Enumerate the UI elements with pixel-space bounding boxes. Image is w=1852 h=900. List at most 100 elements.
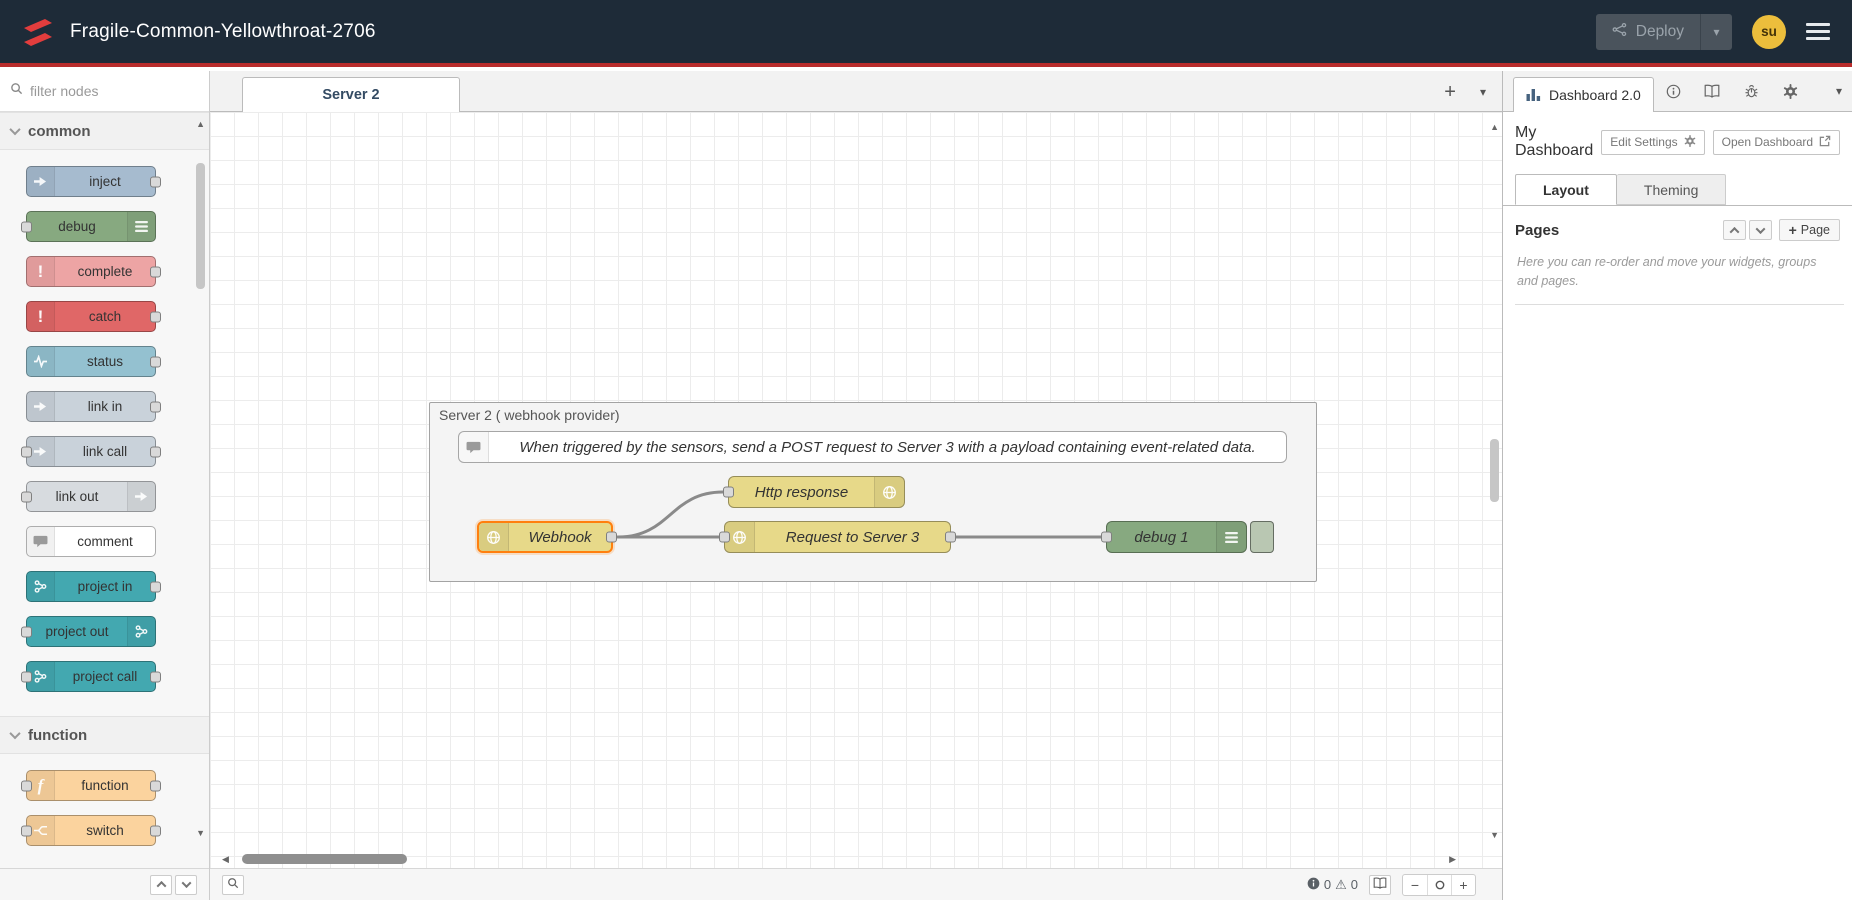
palette-node-inject[interactable]: inject <box>26 166 156 197</box>
deploy-button[interactable]: Deploy <box>1596 22 1700 42</box>
tab-dashboard-label: Dashboard 2.0 <box>1549 87 1641 103</box>
debug-enable-toggle[interactable] <box>1250 521 1274 553</box>
palette-node-link-out[interactable]: link out <box>26 481 156 512</box>
move-page-up-button[interactable] <box>1723 220 1746 240</box>
node-port-output[interactable] <box>150 780 161 791</box>
tab-info[interactable] <box>1654 76 1693 111</box>
node-port-output[interactable] <box>150 581 161 592</box>
dashboard-header: My Dashboard Edit Settings Open Dashboar… <box>1503 112 1852 168</box>
tab-help[interactable] <box>1693 76 1732 111</box>
expand-all-button[interactable] <box>175 875 197 895</box>
palette-node-complete[interactable]: !complete <box>26 256 156 287</box>
canvas-vertical-scrollbar[interactable] <box>1490 439 1499 502</box>
tab-config[interactable] <box>1771 76 1810 111</box>
node-port-input[interactable] <box>21 491 32 502</box>
flow-node-label: Webhook <box>509 523 611 551</box>
palette-scroll-down-icon[interactable]: ▼ <box>196 828 205 838</box>
edit-settings-button[interactable]: Edit Settings <box>1601 130 1704 155</box>
flow-node-request-to-server-3[interactable]: Request to Server 3 <box>724 521 951 553</box>
search-icon <box>10 82 23 100</box>
palette-node-link-call[interactable]: link call <box>26 436 156 467</box>
flow-node-label: Request to Server 3 <box>755 522 950 552</box>
palette-node-project-in[interactable]: project in <box>26 571 156 602</box>
palette-node-link-in[interactable]: link in <box>26 391 156 422</box>
navigator-button[interactable] <box>1369 875 1391 895</box>
palette-scrollbar[interactable] <box>196 163 205 289</box>
node-port-output[interactable] <box>606 532 617 543</box>
palette-node-switch[interactable]: switch <box>26 815 156 846</box>
move-page-down-button[interactable] <box>1749 220 1772 240</box>
node-port-output[interactable] <box>150 825 161 836</box>
node-port-output[interactable] <box>945 532 956 543</box>
project-icon <box>127 617 155 646</box>
node-port-output[interactable] <box>150 311 161 322</box>
chevron-up-icon <box>156 881 166 891</box>
comment-node[interactable]: When triggered by the sensors, send a PO… <box>458 431 1287 463</box>
info-count: 0 <box>1324 877 1331 892</box>
palette-node-status[interactable]: status <box>26 346 156 377</box>
canvas-scroll-left-icon[interactable]: ◀ <box>222 854 229 864</box>
canvas-viewport[interactable]: Server 2 ( webhook provider) ▲ ▼ ◀ ▶ Whe… <box>210 112 1502 868</box>
palette-node-function[interactable]: ffunction <box>26 770 156 801</box>
palette-node-debug[interactable]: debug <box>26 211 156 242</box>
node-port-output[interactable] <box>150 266 161 277</box>
main-menu-button[interactable] <box>1806 23 1830 40</box>
canvas-scroll-right-icon[interactable]: ▶ <box>1449 854 1456 864</box>
zoom-reset-button[interactable] <box>1427 875 1451 895</box>
node-port-input[interactable] <box>21 671 32 682</box>
collapse-all-button[interactable] <box>150 875 172 895</box>
palette-node-catch[interactable]: !catch <box>26 301 156 332</box>
search-flows-button[interactable] <box>222 875 244 895</box>
palette-scroll-up-icon[interactable]: ▲ <box>196 119 205 129</box>
canvas-horizontal-scrollbar[interactable] <box>242 854 407 864</box>
palette-node-project-out[interactable]: project out <box>26 616 156 647</box>
flow-node-debug-1[interactable]: debug 1 <box>1106 521 1247 553</box>
palette-footer <box>0 868 209 900</box>
node-port-input[interactable] <box>21 825 32 836</box>
palette-category-common[interactable]: common <box>0 112 209 150</box>
bubble-icon <box>27 527 55 556</box>
subtab-theming[interactable]: Theming <box>1617 174 1726 205</box>
palette-node-project-call[interactable]: project call <box>26 661 156 692</box>
notification-counts[interactable]: 0 ⚠ 0 <box>1307 877 1358 893</box>
node-port-output[interactable] <box>150 671 161 682</box>
warning-icon: ⚠ <box>1335 877 1347 893</box>
node-port-input[interactable] <box>21 446 32 457</box>
subtab-layout[interactable]: Layout <box>1515 174 1617 205</box>
node-port-output[interactable] <box>150 356 161 367</box>
sidebar-menu-caret[interactable]: ▾ <box>1836 84 1842 98</box>
node-port-input[interactable] <box>21 780 32 791</box>
page-title: Fragile-Common-Yellowthroat-2706 <box>70 21 376 43</box>
flow-node-webhook[interactable]: Webhook <box>477 521 613 553</box>
node-port-output[interactable] <box>150 446 161 457</box>
add-flow-button[interactable]: + <box>1444 82 1456 102</box>
node-port-output[interactable] <box>150 401 161 412</box>
palette-node-label: debug <box>27 212 127 241</box>
deploy-button-group: Deploy ▾ <box>1596 14 1732 50</box>
palette-node-comment[interactable]: comment <box>26 526 156 557</box>
wire-webhook-to-httpres[interactable] <box>618 492 723 537</box>
flow-node-http-response[interactable]: Http response <box>728 476 905 508</box>
node-port-input[interactable] <box>21 626 32 637</box>
add-page-button[interactable]: + Page <box>1779 219 1840 241</box>
open-dashboard-button[interactable]: Open Dashboard <box>1713 130 1840 155</box>
node-port-input[interactable] <box>1101 532 1112 543</box>
divider <box>1515 304 1844 305</box>
node-port-input[interactable] <box>21 221 32 232</box>
palette-filter-input[interactable] <box>30 83 170 99</box>
node-port-output[interactable] <box>150 176 161 187</box>
canvas-scroll-down-icon[interactable]: ▼ <box>1490 830 1499 840</box>
node-port-input[interactable] <box>723 487 734 498</box>
deploy-options-button[interactable]: ▾ <box>1700 14 1732 50</box>
palette-category-function[interactable]: function <box>0 716 209 754</box>
flow-list-button[interactable]: ▾ <box>1480 85 1486 99</box>
zoom-in-button[interactable]: + <box>1451 875 1475 895</box>
node-port-input[interactable] <box>719 532 730 543</box>
canvas-scroll-up-icon[interactable]: ▲ <box>1490 122 1499 132</box>
bug-icon <box>1744 84 1759 104</box>
tab-debug[interactable] <box>1732 76 1771 111</box>
flow-tab-server-2[interactable]: Server 2 <box>242 77 460 112</box>
avatar[interactable]: su <box>1752 15 1786 49</box>
tab-dashboard[interactable]: Dashboard 2.0 <box>1513 77 1654 112</box>
zoom-out-button[interactable]: − <box>1403 875 1427 895</box>
